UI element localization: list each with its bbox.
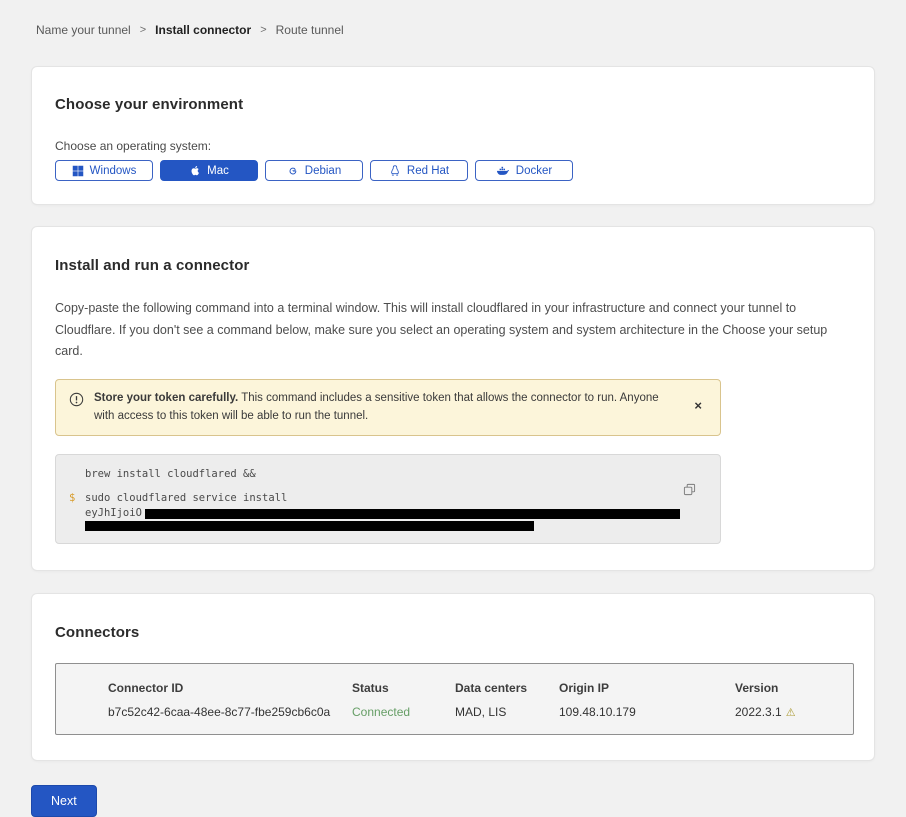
- environment-card: Choose your environment Choose an operat…: [31, 66, 875, 205]
- os-button-label: Debian: [305, 165, 341, 177]
- os-button-redhat[interactable]: Red Hat: [370, 160, 468, 181]
- linux-penguin-icon: [389, 164, 401, 177]
- column-header-version: Version: [735, 681, 853, 695]
- windows-icon: [72, 165, 84, 177]
- token-warning-banner: Store your token carefully. This command…: [55, 379, 721, 437]
- connector-id-value: b7c52c42-6caa-48ee-8c77-fbe259cb6c0a: [108, 705, 352, 719]
- breadcrumb-separator: >: [140, 24, 146, 36]
- docker-whale-icon: [496, 165, 510, 177]
- shell-prompt: $: [69, 491, 85, 506]
- breadcrumb: Name your tunnel > Install connector > R…: [0, 0, 906, 37]
- os-button-debian[interactable]: Debian: [265, 160, 363, 181]
- connectors-title: Connectors: [55, 624, 851, 641]
- warning-close-button[interactable]: ×: [690, 397, 706, 414]
- status-badge: Connected: [352, 705, 455, 719]
- environment-card-title: Choose your environment: [55, 96, 851, 113]
- os-button-label: Windows: [90, 165, 137, 177]
- debian-swirl-icon: [287, 165, 299, 177]
- column-header-status: Status: [352, 681, 455, 695]
- os-button-group: Windows Mac Debian Red Hat Docker: [55, 160, 851, 181]
- next-button[interactable]: Next: [31, 785, 97, 817]
- connectors-card: Connectors Connector ID Status Data cent…: [31, 593, 875, 761]
- os-select-label: Choose an operating system:: [55, 139, 851, 153]
- connectors-table-header: Connector ID Status Data centers Origin …: [108, 681, 853, 695]
- code-line-1: brew install cloudflared &&: [69, 467, 680, 482]
- code-line-4: [69, 521, 680, 531]
- copy-icon: [683, 484, 696, 499]
- breadcrumb-separator: >: [260, 24, 266, 36]
- code-line-3: eyJhIjoiO: [69, 506, 680, 521]
- copy-command-button[interactable]: [681, 481, 698, 501]
- breadcrumb-route-tunnel[interactable]: Route tunnel: [276, 23, 344, 37]
- redacted-token-bar: [85, 521, 534, 531]
- alert-circle-icon: [69, 392, 84, 412]
- apple-icon: [189, 164, 201, 177]
- connectors-table: Connector ID Status Data centers Origin …: [55, 663, 854, 735]
- data-centers-value: MAD, LIS: [455, 705, 559, 719]
- os-button-docker[interactable]: Docker: [475, 160, 573, 181]
- install-connector-card: Install and run a connector Copy-paste t…: [31, 226, 875, 571]
- version-warning-icon: ⚠: [786, 707, 796, 719]
- breadcrumb-install-connector[interactable]: Install connector: [155, 23, 251, 37]
- redacted-token-bar: [145, 509, 680, 519]
- os-button-mac[interactable]: Mac: [160, 160, 258, 181]
- install-connector-description: Copy-paste the following command into a …: [55, 298, 851, 363]
- column-header-data-centers: Data centers: [455, 681, 559, 695]
- connector-table-row: b7c52c42-6caa-48ee-8c77-fbe259cb6c0a Con…: [108, 705, 853, 719]
- token-warning-bold: Store your token carefully.: [94, 392, 238, 404]
- breadcrumb-name-your-tunnel[interactable]: Name your tunnel: [36, 23, 131, 37]
- token-prefix: eyJhIjoiO: [85, 506, 142, 521]
- origin-ip-value: 109.48.10.179: [559, 705, 735, 719]
- os-button-label: Red Hat: [407, 165, 449, 177]
- code-command-brew: brew install cloudflared &&: [85, 467, 256, 482]
- token-warning-text: Store your token carefully. This command…: [94, 389, 676, 427]
- code-command-service-install: sudo cloudflared service install: [85, 491, 287, 506]
- os-button-windows[interactable]: Windows: [55, 160, 153, 181]
- os-button-label: Docker: [516, 165, 552, 177]
- version-value: 2022.3.1⚠: [735, 705, 853, 719]
- column-header-connector-id: Connector ID: [108, 681, 352, 695]
- install-command-code-block: brew install cloudflared && $ sudo cloud…: [55, 454, 721, 544]
- os-button-label: Mac: [207, 165, 229, 177]
- code-line-2: $ sudo cloudflared service install: [69, 491, 680, 506]
- install-connector-title: Install and run a connector: [55, 257, 851, 274]
- column-header-origin-ip: Origin IP: [559, 681, 735, 695]
